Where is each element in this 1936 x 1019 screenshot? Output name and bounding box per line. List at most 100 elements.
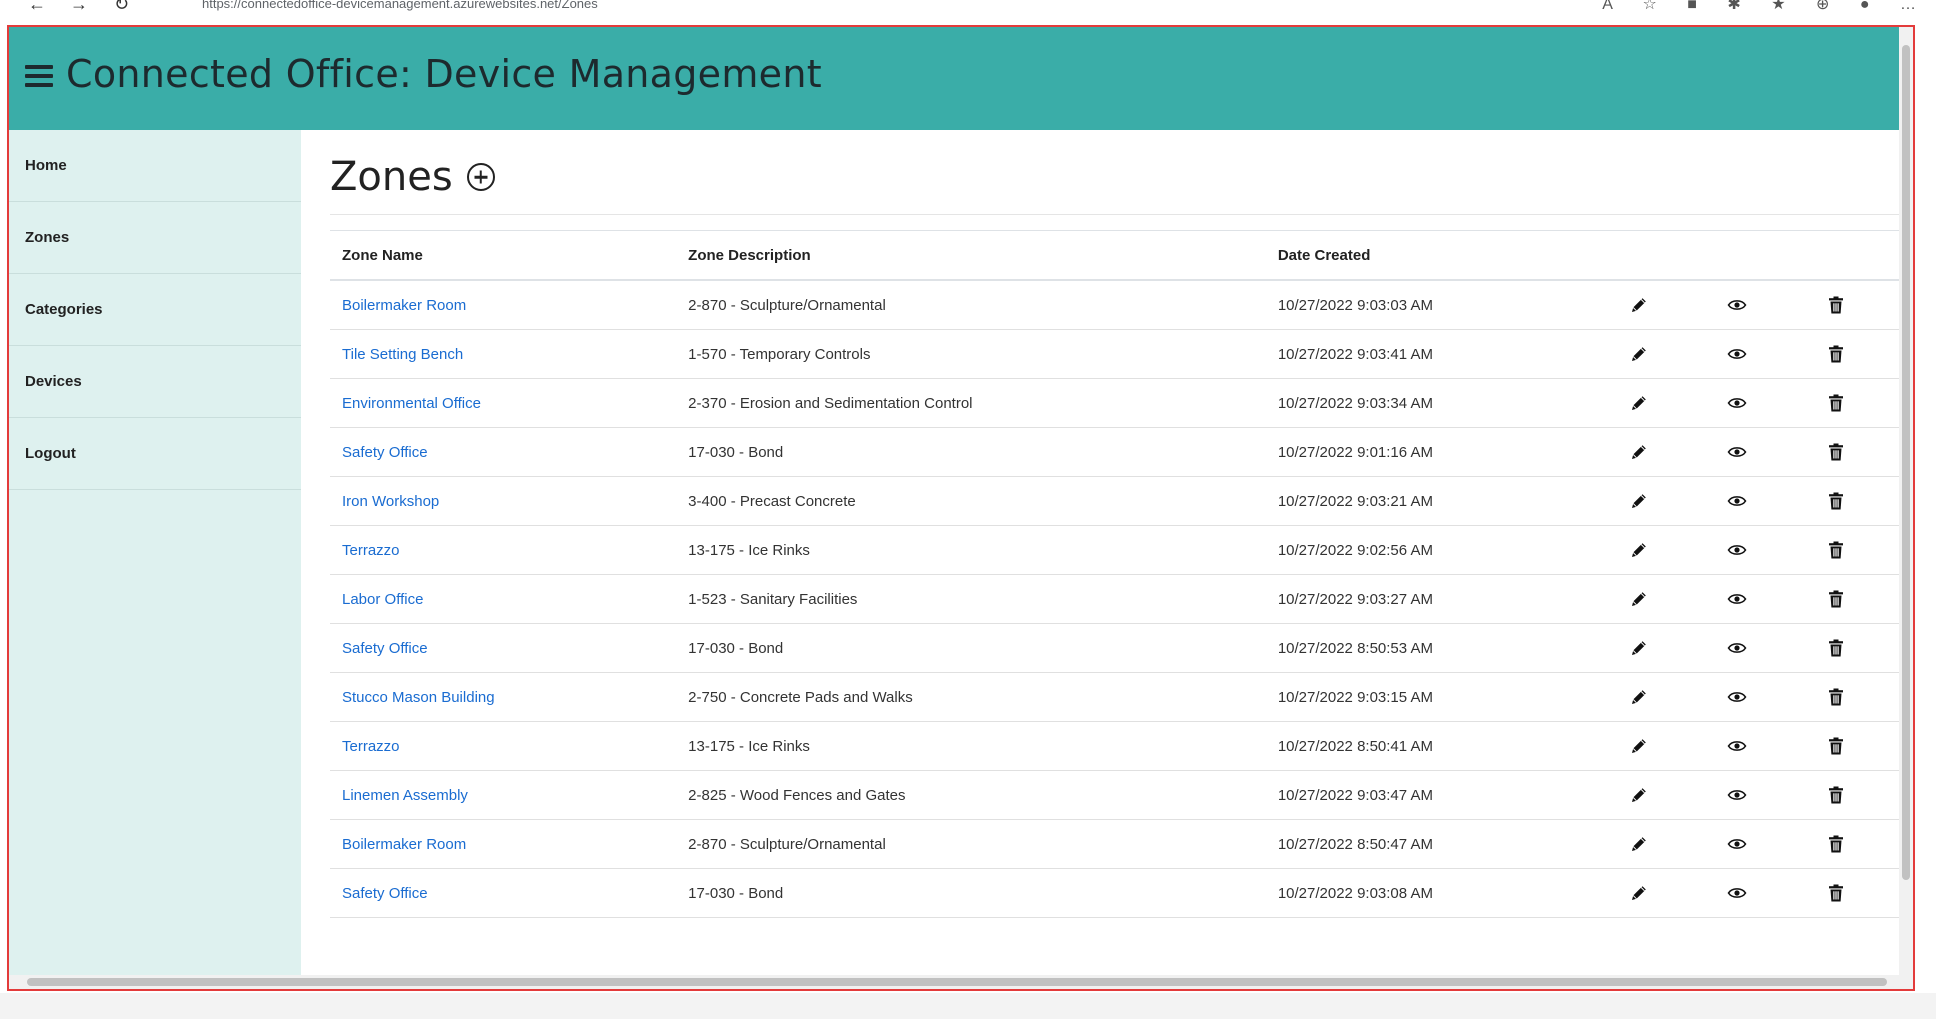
- pencil-icon[interactable]: [1629, 736, 1649, 756]
- more-icon[interactable]: …: [1900, 0, 1916, 13]
- eye-icon[interactable]: [1727, 442, 1747, 462]
- pencil-icon[interactable]: [1629, 883, 1649, 903]
- pencil-icon[interactable]: [1629, 491, 1649, 511]
- trash-icon[interactable]: [1826, 785, 1846, 805]
- trash-icon[interactable]: [1826, 638, 1846, 658]
- scrollbar-thumb[interactable]: [1902, 45, 1910, 880]
- puzzle-icon[interactable]: ✱: [1727, 0, 1740, 13]
- trash-icon[interactable]: [1826, 883, 1846, 903]
- vertical-scrollbar[interactable]: [1899, 27, 1913, 989]
- table-row: Safety Office 17-030 - Bond 10/27/2022 8:5…: [330, 623, 1913, 673]
- zone-name-link[interactable]: Boilermaker Room: [342, 836, 466, 853]
- arrow-left-icon[interactable]: ←: [28, 0, 46, 14]
- trash-icon[interactable]: [1826, 687, 1846, 707]
- zone-name-link[interactable]: Linemen Assembly: [342, 787, 468, 804]
- trash-icon[interactable]: [1826, 540, 1846, 560]
- hamburger-menu-icon[interactable]: [25, 65, 53, 89]
- pencil-icon[interactable]: [1629, 638, 1649, 658]
- date-created-cell: 10/27/2022 9:03:41 AM: [1265, 329, 1617, 379]
- horizontal-scrollbar[interactable]: [9, 975, 1913, 989]
- pencil-icon[interactable]: [1629, 834, 1649, 854]
- zone-name-link[interactable]: Boilermaker Room: [342, 297, 466, 314]
- column-header-edit: [1616, 230, 1716, 281]
- eye-icon[interactable]: [1727, 638, 1747, 658]
- zone-description-cell: 17-030 - Bond: [676, 427, 1266, 477]
- eye-icon[interactable]: [1727, 736, 1747, 756]
- trash-icon[interactable]: [1826, 295, 1846, 315]
- eye-icon[interactable]: [1727, 687, 1747, 707]
- zone-name-link[interactable]: Labor Office: [342, 591, 423, 608]
- view-action-cell: [1715, 525, 1815, 575]
- zone-description-cell: 2-870 - Sculpture/Ornamental: [676, 819, 1266, 869]
- edit-action-cell: [1616, 525, 1716, 575]
- date-created-cell: 10/27/2022 8:50:41 AM: [1265, 721, 1617, 771]
- eye-icon[interactable]: [1727, 344, 1747, 364]
- sidebar-item-home[interactable]: Home: [9, 130, 301, 202]
- reload-icon[interactable]: ↻: [114, 0, 129, 14]
- pencil-icon[interactable]: [1629, 589, 1649, 609]
- zones-table-body: Boilermaker Room 2-870 - Sculpture/Orname…: [330, 280, 1913, 918]
- zone-name-link[interactable]: Safety Office: [342, 640, 428, 657]
- trash-icon[interactable]: [1826, 736, 1846, 756]
- scrollbar-thumb[interactable]: [27, 978, 1887, 986]
- trash-icon[interactable]: [1826, 834, 1846, 854]
- table-row: Linemen Assembly 2-825 - Wood Fences and …: [330, 770, 1913, 820]
- trash-icon[interactable]: [1826, 491, 1846, 511]
- sidebar-item-devices[interactable]: Devices: [9, 346, 301, 418]
- eye-icon[interactable]: [1727, 393, 1747, 413]
- eye-icon[interactable]: [1727, 785, 1747, 805]
- table-row: Safety Office 17-030 - Bond 10/27/2022 9:0…: [330, 427, 1913, 477]
- browser-toolbar: ← → ↻ https://connectedoffice-devicemana…: [0, 0, 1936, 14]
- zone-name-link[interactable]: Terrazzo: [342, 542, 400, 559]
- eye-icon[interactable]: [1727, 295, 1747, 315]
- zone-description-cell: 17-030 - Bond: [676, 623, 1266, 673]
- eye-icon[interactable]: [1727, 540, 1747, 560]
- read-aloud-icon[interactable]: A: [1602, 0, 1612, 13]
- table-row: Environmental Office 2-370 - Erosion and …: [330, 378, 1913, 428]
- sidebar-item-categories[interactable]: Categories: [9, 274, 301, 346]
- eye-icon[interactable]: [1727, 589, 1747, 609]
- pencil-icon[interactable]: [1629, 785, 1649, 805]
- date-created-cell: 10/27/2022 9:03:27 AM: [1265, 574, 1617, 624]
- eye-icon[interactable]: [1727, 883, 1747, 903]
- extension-icon[interactable]: ■: [1687, 0, 1697, 13]
- eye-icon[interactable]: [1727, 491, 1747, 511]
- pencil-icon[interactable]: [1629, 540, 1649, 560]
- eye-icon[interactable]: [1727, 834, 1747, 854]
- sidebar-item-logout[interactable]: Logout: [9, 418, 301, 490]
- pencil-icon[interactable]: [1629, 687, 1649, 707]
- address-bar[interactable]: https://connectedoffice-devicemanagement…: [202, 0, 598, 11]
- zone-name-link[interactable]: Environmental Office: [342, 395, 481, 412]
- favorite-icon[interactable]: ☆: [1642, 0, 1656, 13]
- pencil-icon[interactable]: [1629, 344, 1649, 364]
- date-created-cell: 10/27/2022 9:03:34 AM: [1265, 378, 1617, 428]
- column-header-zone-name: Zone Name: [330, 230, 677, 281]
- pencil-icon[interactable]: [1629, 393, 1649, 413]
- browser-extension-icons: A ☆ ■ ✱ ★ ⊕ ● …: [1576, 0, 1916, 14]
- edit-action-cell: [1616, 574, 1716, 624]
- trash-icon[interactable]: [1826, 442, 1846, 462]
- trash-icon[interactable]: [1826, 344, 1846, 364]
- date-created-cell: 10/27/2022 9:01:16 AM: [1265, 427, 1617, 477]
- edit-action-cell: [1616, 329, 1716, 379]
- trash-icon[interactable]: [1826, 589, 1846, 609]
- zone-name-link[interactable]: Safety Office: [342, 444, 428, 461]
- zone-name-link[interactable]: Terrazzo: [342, 738, 400, 755]
- pencil-icon[interactable]: [1629, 295, 1649, 315]
- pencil-icon[interactable]: [1629, 442, 1649, 462]
- profile-icon[interactable]: ●: [1860, 0, 1870, 13]
- date-created-cell: 10/27/2022 9:03:21 AM: [1265, 476, 1617, 526]
- zone-name-link[interactable]: Iron Workshop: [342, 493, 439, 510]
- zone-name-cell: Labor Office: [330, 574, 677, 624]
- zone-name-link[interactable]: Stucco Mason Building: [342, 689, 495, 706]
- plus-circle-icon[interactable]: [466, 163, 495, 191]
- collections-icon[interactable]: ⊕: [1816, 0, 1829, 13]
- sidebar-item-zones[interactable]: Zones: [9, 202, 301, 274]
- zone-name-link[interactable]: Safety Office: [342, 885, 428, 902]
- view-action-cell: [1715, 721, 1815, 771]
- date-created-cell: 10/27/2022 9:02:56 AM: [1265, 525, 1617, 575]
- trash-icon[interactable]: [1826, 393, 1846, 413]
- arrow-right-icon[interactable]: →: [70, 0, 88, 14]
- zone-name-link[interactable]: Tile Setting Bench: [342, 346, 463, 363]
- favorites-list-icon[interactable]: ★: [1771, 0, 1785, 13]
